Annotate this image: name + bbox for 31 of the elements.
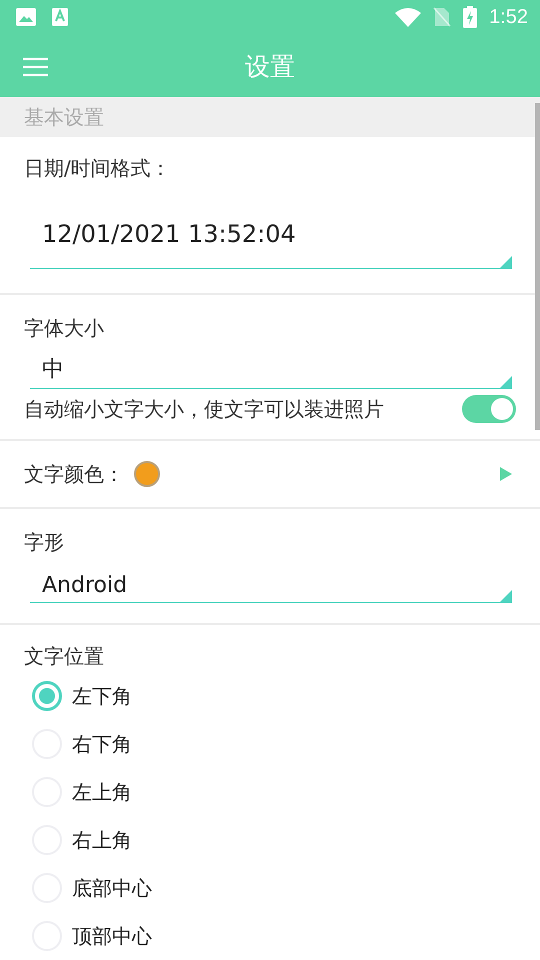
radio-label: 右下角 xyxy=(72,730,132,758)
dropdown-arrow-icon xyxy=(500,590,512,602)
radio-label: 左下角 xyxy=(72,682,132,710)
image-icon xyxy=(16,8,36,26)
screen-title: 设置 xyxy=(245,50,295,83)
setting-label: 文字位置 xyxy=(24,643,104,670)
radio-label: 右上角 xyxy=(72,826,132,854)
setting-label: 字形 xyxy=(24,529,64,556)
radio-label: 底部中心 xyxy=(72,874,152,902)
setting-label: 字体大小 xyxy=(24,315,104,342)
wifi-icon xyxy=(395,7,422,28)
radio-button[interactable] xyxy=(32,681,62,711)
play-arrow-icon[interactable] xyxy=(500,467,512,481)
dropdown-arrow-icon xyxy=(500,376,512,388)
radio-label: 左上角 xyxy=(72,778,132,806)
toggle-label: 自动缩小文字大小，使文字可以装进照片 xyxy=(24,396,384,422)
toggle-switch[interactable] xyxy=(462,395,516,423)
radio-label: 顶部中心 xyxy=(72,922,152,950)
menu-icon xyxy=(23,56,48,77)
no-sim-icon xyxy=(433,7,452,28)
dropdown-field[interactable]: Android xyxy=(30,562,512,603)
color-swatch[interactable] xyxy=(134,461,160,487)
clock-time: 1:52 xyxy=(489,6,528,29)
section-header: 基本设置 xyxy=(24,104,104,131)
setting-label: 文字颜色： xyxy=(24,460,124,488)
font-icon xyxy=(52,8,68,26)
dropdown-arrow-icon xyxy=(500,256,512,268)
battery-charging-icon xyxy=(463,6,478,28)
dropdown-field[interactable]: 12/01/2021 13:52:04 xyxy=(30,192,512,269)
setting-label: 日期/时间格式： xyxy=(24,155,171,182)
dropdown-field[interactable]: 中 xyxy=(30,348,512,389)
